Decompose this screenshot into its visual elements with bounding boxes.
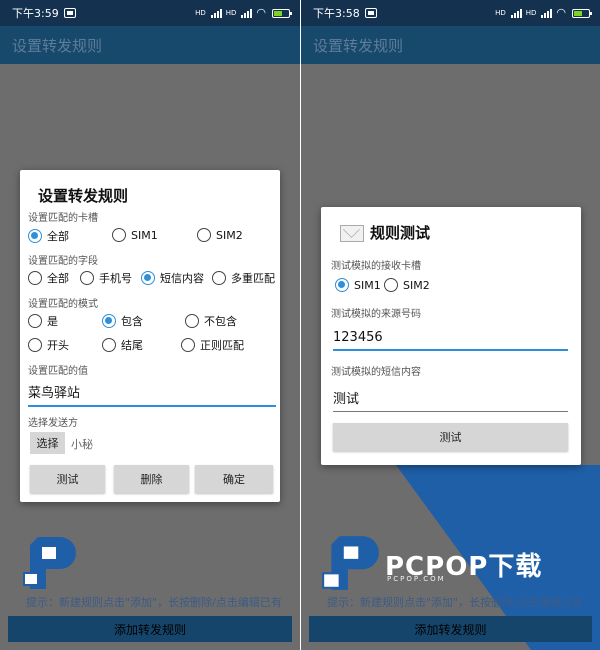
option-label: SIM1 bbox=[354, 278, 381, 292]
radio-checked-icon bbox=[28, 229, 42, 243]
radio-unchecked-icon bbox=[181, 338, 195, 352]
option-label: SIM2 bbox=[216, 228, 243, 242]
card-option-sim2[interactable]: SIM2 bbox=[197, 228, 243, 242]
hd-icon: HD bbox=[225, 8, 237, 17]
hd-icon: HD bbox=[195, 8, 206, 17]
status-time: 下午3:59 bbox=[12, 7, 59, 20]
test-content-label: 测试模拟的短信内容 bbox=[331, 367, 421, 378]
choose-sender-button[interactable]: 选择 bbox=[30, 432, 65, 454]
radio-unchecked-icon bbox=[185, 314, 199, 328]
match-field-label: 设置匹配的字段 bbox=[28, 256, 98, 267]
mode-option-ends[interactable]: 结尾 bbox=[102, 337, 143, 353]
option-label: 开头 bbox=[47, 339, 69, 352]
match-value-input[interactable]: 菜鸟驿站 bbox=[28, 382, 276, 407]
watermark-subtext: PCPOP.COM bbox=[387, 575, 446, 583]
hint-text: 提示：新建规则点击"添加"，长按删除/点击编辑已有 bbox=[26, 596, 282, 609]
radio-unchecked-icon bbox=[197, 228, 211, 242]
left-phone-screen: 下午3:59 HD HD ◠ 设置转发规则 提示：新建规则点击"添加"，长按删除… bbox=[0, 0, 300, 650]
radio-unchecked-icon bbox=[384, 278, 398, 292]
test-card-option-sim2[interactable]: SIM2 bbox=[384, 278, 430, 292]
mode-option-starts[interactable]: 开头 bbox=[28, 337, 69, 353]
mode-option-not-contains[interactable]: 不包含 bbox=[185, 313, 237, 329]
status-bar: 下午3:59 HD HD ◠ bbox=[0, 0, 300, 26]
field-option-all[interactable]: 全部 bbox=[28, 270, 69, 286]
dialog-title: 规则测试 bbox=[370, 224, 431, 242]
sender-name: 小秘 bbox=[71, 438, 93, 451]
mode-option-regex[interactable]: 正则匹配 bbox=[181, 337, 244, 353]
pcpop-logo-icon bbox=[322, 536, 379, 590]
radio-unchecked-icon bbox=[112, 228, 126, 242]
option-label: 多重匹配 bbox=[231, 272, 275, 285]
status-icons: HD HD ◠ bbox=[195, 6, 292, 19]
test-from-label: 测试模拟的来源号码 bbox=[331, 309, 421, 320]
option-label: SIM1 bbox=[131, 228, 158, 242]
test-from-input[interactable]: 123456 bbox=[333, 330, 568, 351]
test-card-option-sim1[interactable]: SIM1 bbox=[335, 278, 381, 292]
delete-button[interactable]: 删除 bbox=[114, 465, 189, 493]
rule-test-dialog: 规则测试 测试模拟的接收卡槽 SIM1 SIM2 测试模拟的来源号码 12345… bbox=[321, 207, 581, 465]
option-label: 是 bbox=[47, 315, 58, 328]
wifi-icon: ◠ bbox=[256, 6, 266, 19]
run-test-button[interactable]: 测试 bbox=[333, 423, 568, 451]
test-button[interactable]: 测试 bbox=[30, 465, 105, 493]
option-label: SIM2 bbox=[403, 278, 430, 292]
signal-icon bbox=[241, 8, 253, 18]
dialog-title: 设置转发规则 bbox=[38, 187, 129, 205]
radio-unchecked-icon bbox=[102, 338, 116, 352]
add-rule-button[interactable]: 添加转发规则 bbox=[309, 616, 592, 642]
app-bar: 设置转发规则 bbox=[0, 26, 300, 64]
match-value-label: 设置匹配的值 bbox=[28, 366, 88, 377]
field-option-sms-content[interactable]: 短信内容 bbox=[141, 270, 204, 286]
option-label: 短信内容 bbox=[160, 272, 204, 285]
radio-checked-icon bbox=[141, 271, 155, 285]
radio-checked-icon bbox=[102, 314, 116, 328]
hint-text: 提示：新建规则点击"添加"，长按删除/点击编辑已有 bbox=[327, 596, 583, 609]
radio-checked-icon bbox=[335, 278, 349, 292]
match-mode-label: 设置匹配的模式 bbox=[28, 299, 98, 310]
card-option-sim1[interactable]: SIM1 bbox=[112, 228, 158, 242]
option-label: 正则匹配 bbox=[200, 339, 244, 352]
test-content-input[interactable]: 测试 bbox=[333, 388, 568, 412]
mode-option-is[interactable]: 是 bbox=[28, 313, 58, 329]
radio-unchecked-icon bbox=[28, 314, 42, 328]
notification-icon bbox=[63, 8, 76, 18]
mail-icon bbox=[340, 225, 364, 242]
card-option-all[interactable]: 全部 bbox=[28, 228, 69, 244]
option-label: 结尾 bbox=[121, 339, 143, 352]
sender-label: 选择发送方 bbox=[28, 418, 78, 429]
test-card-label: 测试模拟的接收卡槽 bbox=[331, 261, 421, 272]
mode-option-contains[interactable]: 包含 bbox=[102, 313, 143, 329]
field-option-phone[interactable]: 手机号 bbox=[80, 270, 132, 286]
option-label: 手机号 bbox=[99, 272, 132, 285]
confirm-button[interactable]: 确定 bbox=[195, 465, 273, 493]
app-title: 设置转发规则 bbox=[12, 37, 103, 55]
radio-unchecked-icon bbox=[28, 271, 42, 285]
radio-unchecked-icon bbox=[212, 271, 226, 285]
option-label: 全部 bbox=[47, 230, 69, 243]
add-rule-button[interactable]: 添加转发规则 bbox=[8, 616, 292, 642]
field-option-multi[interactable]: 多重匹配 bbox=[212, 270, 275, 286]
radio-unchecked-icon bbox=[80, 271, 94, 285]
option-label: 不包含 bbox=[204, 315, 237, 328]
option-label: 包含 bbox=[121, 315, 143, 328]
radio-unchecked-icon bbox=[28, 338, 42, 352]
card-slot-label: 设置匹配的卡槽 bbox=[28, 213, 98, 224]
battery-icon bbox=[272, 8, 292, 18]
option-label: 全部 bbox=[47, 272, 69, 285]
signal-icon bbox=[210, 8, 222, 18]
rule-dialog: 设置转发规则 设置匹配的卡槽 全部 SIM1 SIM2 设置匹配的字段 全部 手… bbox=[20, 170, 280, 502]
